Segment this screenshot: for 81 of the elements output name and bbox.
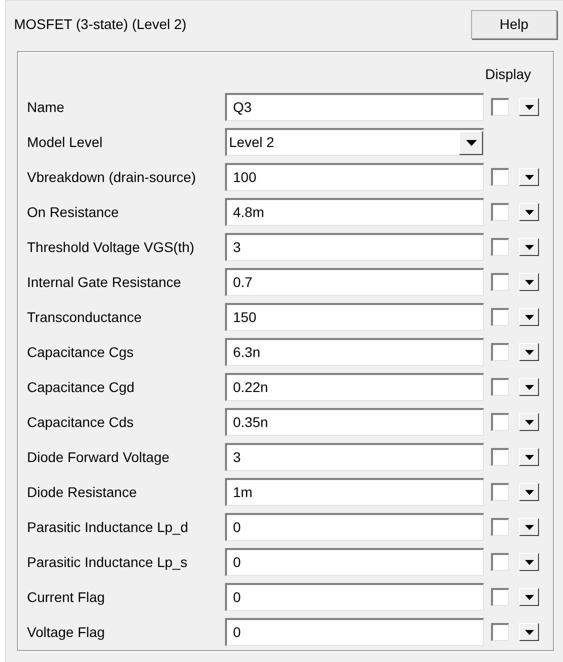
input-field[interactable]: 3: [225, 443, 484, 471]
dropdown-arrow-icon: [524, 490, 534, 494]
input-field[interactable]: 4.8m: [225, 198, 484, 226]
field-label: Diode Forward Voltage: [26, 448, 170, 467]
input-field[interactable]: 1m: [225, 478, 484, 506]
dropdown-arrow-icon: [524, 210, 534, 214]
input-field[interactable]: 0: [225, 548, 484, 576]
dropdown-arrow-icon: [524, 560, 534, 564]
dropdown-button[interactable]: [519, 203, 539, 221]
field-label: Parasitic Inductance Lp_d: [26, 518, 190, 537]
field-label: Transconductance: [26, 308, 143, 326]
input-field[interactable]: 0.35n: [225, 408, 484, 436]
field-label: Voltage Flag: [26, 622, 106, 642]
display-checkbox[interactable]: [491, 168, 509, 186]
dialog-title: MOSFET (3-state) (Level 2): [14, 15, 186, 34]
display-checkbox[interactable]: [491, 448, 509, 466]
field-label: Capacitance Cds: [26, 412, 135, 432]
dropdown-arrow-icon: [524, 524, 534, 530]
field-label: On Resistance: [26, 202, 120, 222]
dropdown-arrow-icon: [466, 140, 476, 146]
display-checkbox[interactable]: [491, 343, 509, 361]
dropdown-arrow-icon: [524, 104, 534, 110]
input-field[interactable]: 6.3n: [225, 338, 484, 366]
dropdown-button[interactable]: [519, 448, 539, 466]
dropdown-button[interactable]: [519, 483, 539, 501]
dropdown-arrow-icon: [524, 174, 534, 180]
input-field[interactable]: 0: [225, 618, 484, 646]
dropdown-button[interactable]: [519, 553, 539, 571]
display-checkbox[interactable]: [491, 238, 509, 256]
display-checkbox[interactable]: [491, 588, 509, 606]
dropdown-arrow-icon: [524, 280, 534, 284]
display-checkbox[interactable]: [491, 413, 509, 431]
field-label: Current Flag: [26, 588, 106, 607]
input-field[interactable]: Q3: [225, 93, 484, 121]
dropdown-arrow-icon: [524, 594, 534, 600]
field-label: Capacitance Cgd: [26, 378, 136, 397]
display-checkbox[interactable]: [491, 518, 509, 536]
model-level-select[interactable]: Level 2: [225, 128, 484, 156]
dropdown-button[interactable]: [519, 238, 539, 256]
dropdown-arrow-icon: [524, 314, 534, 320]
input-field[interactable]: 150: [225, 303, 484, 331]
dropdown-button[interactable]: [519, 518, 539, 536]
display-checkbox[interactable]: [491, 623, 509, 641]
dropdown-arrow-icon: [524, 454, 534, 460]
dropdown-arrow-icon: [524, 630, 534, 634]
field-label: Model Level: [26, 132, 104, 152]
field-label: Parasitic Inductance Lp_s: [26, 552, 188, 572]
field-label: Diode Resistance: [26, 482, 138, 502]
dropdown-button[interactable]: [519, 623, 539, 641]
display-checkbox[interactable]: [491, 273, 509, 291]
display-checkbox[interactable]: [491, 203, 509, 221]
input-field[interactable]: 0.22n: [225, 373, 484, 401]
dropdown-button[interactable]: [519, 588, 539, 606]
dropdown-arrow-icon: [524, 384, 534, 390]
display-checkbox[interactable]: [491, 308, 509, 326]
input-field[interactable]: 0.7: [225, 268, 484, 296]
dropdown-button[interactable]: [519, 308, 539, 326]
input-field[interactable]: 100: [225, 163, 484, 191]
dropdown-button[interactable]: [519, 98, 539, 116]
dropdown-button[interactable]: [519, 273, 539, 291]
display-checkbox[interactable]: [491, 483, 509, 501]
input-field[interactable]: 3: [225, 233, 484, 261]
dropdown-arrow-icon: [524, 244, 534, 250]
dropdown-button[interactable]: [519, 343, 539, 361]
display-header: Display: [485, 65, 531, 84]
field-label: Vbreakdown (drain-source): [26, 168, 197, 187]
display-checkbox[interactable]: [491, 378, 509, 396]
dropdown-arrow-icon: [524, 420, 534, 424]
input-field[interactable]: 0: [225, 513, 484, 541]
dropdown-button[interactable]: [519, 378, 539, 396]
display-checkbox[interactable]: [491, 553, 509, 571]
input-field[interactable]: 0: [225, 583, 484, 611]
help-button[interactable]: Help: [471, 10, 557, 39]
dropdown-arrow-icon: [524, 350, 534, 354]
dropdown-button[interactable]: [519, 413, 539, 431]
field-label: Name: [26, 98, 66, 116]
field-label: Threshold Voltage VGS(th): [26, 238, 196, 257]
display-checkbox[interactable]: [491, 98, 509, 116]
dropdown-button[interactable]: [519, 168, 539, 186]
field-label: Internal Gate Resistance: [26, 272, 182, 292]
field-label: Capacitance Cgs: [26, 342, 135, 362]
